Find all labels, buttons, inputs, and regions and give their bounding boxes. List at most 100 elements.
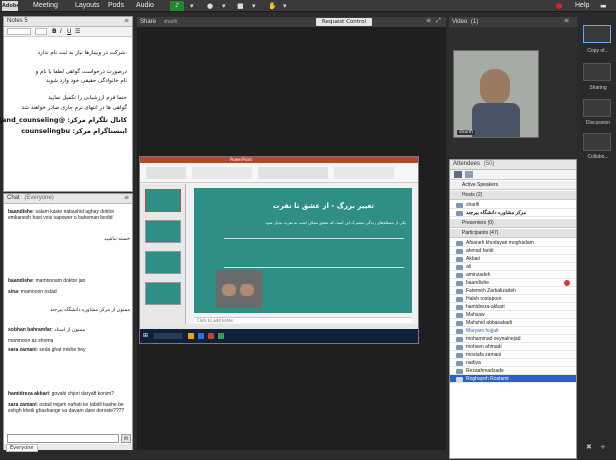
attendee-row[interactable]: mohammad zeynalnejad (450, 335, 576, 343)
layout-label[interactable]: Discussion (583, 120, 613, 126)
layout-thumb[interactable] (583, 99, 611, 117)
bold-icon[interactable]: B (52, 28, 57, 35)
taskbar-app-icon[interactable] (218, 333, 224, 339)
menu-pods[interactable]: Pods (108, 2, 124, 9)
slide-thumb[interactable] (145, 282, 181, 305)
attendee-row[interactable]: Afsaneh khodayari moghadam (450, 239, 576, 247)
user-icon (456, 297, 463, 302)
attendee-row[interactable]: Rezaahmadzade (450, 367, 576, 375)
chevron-down-icon[interactable]: ▾ (283, 2, 287, 10)
menu-audio[interactable]: Audio (136, 2, 154, 9)
chevron-down-icon[interactable]: ▾ (222, 2, 226, 10)
attendees-pod: Attendees (50) Active Speakers Hosts (2)… (449, 159, 577, 459)
attendee-row[interactable]: baandishe (450, 279, 576, 287)
slide-notes-area[interactable]: Click to add notes (194, 317, 412, 323)
raise-hand-icon[interactable]: ✋ (268, 2, 277, 10)
taskbar-app-icon[interactable] (208, 333, 214, 339)
adobe-logo: Adobe (2, 1, 20, 11)
hosts-section[interactable]: Hosts (2) (450, 191, 576, 200)
menu-meeting[interactable]: Meeting (33, 2, 58, 9)
menu-layouts[interactable]: Layouts (75, 2, 100, 9)
chevron-down-icon[interactable]: ▾ (252, 2, 256, 10)
speaker-icon[interactable]: ♪ (170, 1, 184, 11)
user-icon (456, 321, 463, 326)
user-icon (456, 353, 463, 358)
font-size-select[interactable] (35, 28, 47, 35)
attendee-row-selected[interactable]: Roghayeh Rostami (450, 375, 576, 383)
pod-menu-icon[interactable]: ≡ (564, 17, 569, 24)
slide-thumb[interactable] (145, 189, 181, 212)
attendee-row[interactable]: Mahsaw (450, 311, 576, 319)
pod-menu-icon[interactable]: ≡ (124, 194, 129, 201)
attendees-count: (50) (483, 161, 495, 167)
video-pod: Video (1) ≡ sharifi (449, 17, 577, 157)
send-icon[interactable]: ✉ (121, 434, 131, 443)
user-icon (456, 305, 463, 310)
attendee-row[interactable]: ahmad faridi (450, 247, 576, 255)
layout-thumb[interactable] (583, 63, 611, 81)
windows-start-icon[interactable]: ⊞ (143, 332, 148, 339)
chat-message: ممنون از مرکز مشاوره دانشگاه بیرجند (49, 307, 130, 313)
attendees-toolbar (450, 170, 576, 180)
user-icon (456, 203, 463, 208)
italic-icon[interactable]: I (60, 28, 62, 35)
chat-tab-everyone[interactable]: Everyone (6, 444, 38, 452)
ribbon-group (146, 167, 186, 179)
chat-input[interactable] (7, 434, 119, 443)
taskbar-app-icon[interactable] (188, 333, 194, 339)
attendee-row[interactable]: Akbari (450, 255, 576, 263)
webcam-feed: sharifi (453, 50, 539, 138)
layout-thumb[interactable] (583, 25, 611, 43)
note-line: .شرکت در وبینارها نیاز به ثبت نام ندارد (37, 50, 127, 56)
window-controls-icon[interactable]: ▬ (600, 2, 607, 10)
participants-section[interactable]: Participants (47) (450, 229, 576, 238)
attendee-row[interactable]: mohsen ahmadi (450, 343, 576, 351)
attendee-row[interactable]: sharifi (450, 201, 576, 209)
chat-message: خسته نباشید (104, 236, 130, 242)
list-icon[interactable]: ☰ (75, 28, 80, 35)
request-control-button[interactable]: Request Control (316, 18, 372, 26)
attendee-row[interactable]: mostafa zamani (450, 351, 576, 359)
attendee-row[interactable]: Fatemeh Zarbalizadeh (450, 287, 576, 295)
attendee-row[interactable]: Haleh rostapoor (450, 295, 576, 303)
user-icon (456, 361, 463, 366)
attendee-row[interactable]: aminzadeh (450, 271, 576, 279)
layout-label[interactable]: Copy of... (583, 48, 613, 54)
fullscreen-icon[interactable]: ⤢ (436, 17, 441, 25)
taskbar-search[interactable] (154, 333, 182, 339)
layout-label[interactable]: Sharing (583, 85, 613, 91)
list-view-icon[interactable] (454, 171, 462, 178)
pod-menu-icon[interactable]: ≡ (426, 17, 431, 24)
camera-icon[interactable]: ■ (237, 2, 244, 10)
font-select[interactable] (7, 28, 31, 35)
attendee-row[interactable]: مرکز مشاوره دانشگاه بیرجند (450, 209, 576, 217)
slide-thumb[interactable] (145, 251, 181, 274)
notes-toolbar: B I U ☰ (4, 27, 132, 37)
layout-label[interactable]: Collabo... (583, 154, 613, 160)
underline-icon[interactable]: U (67, 28, 71, 35)
note-line: کانال تلگرام مرکز: @birjand_counseling (0, 116, 127, 124)
attendee-row[interactable]: hamidreza-akbari (450, 303, 576, 311)
slide-table (224, 238, 404, 268)
webcam-name: sharifi (457, 130, 475, 135)
attendee-row[interactable]: ali (450, 263, 576, 271)
chevron-down-icon[interactable]: ▾ (190, 2, 194, 10)
slide-thumb[interactable] (145, 220, 181, 243)
attendee-row[interactable]: nadiya (450, 359, 576, 367)
attendee-row[interactable]: Mahshid abbasabadi (450, 319, 576, 327)
record-icon[interactable] (556, 3, 562, 9)
windows-taskbar: ⊞ (140, 329, 418, 343)
taskbar-app-icon[interactable] (198, 333, 204, 339)
layout-thumb[interactable] (583, 133, 611, 151)
pod-menu-icon[interactable]: ≡ (124, 17, 129, 24)
ribbon-group (258, 167, 328, 179)
grid-view-icon[interactable] (465, 171, 473, 178)
attendees-title: Attendees (453, 161, 481, 167)
presenters-section[interactable]: Presenters (0) (450, 219, 576, 228)
attendee-row[interactable]: Maryam hojjati (450, 327, 576, 335)
microphone-icon[interactable]: ● (207, 2, 213, 10)
settings-icon[interactable]: ✖ (586, 443, 592, 451)
user-icon (456, 289, 463, 294)
menu-help[interactable]: Help (575, 2, 589, 9)
add-layout-icon[interactable]: + (600, 443, 606, 451)
